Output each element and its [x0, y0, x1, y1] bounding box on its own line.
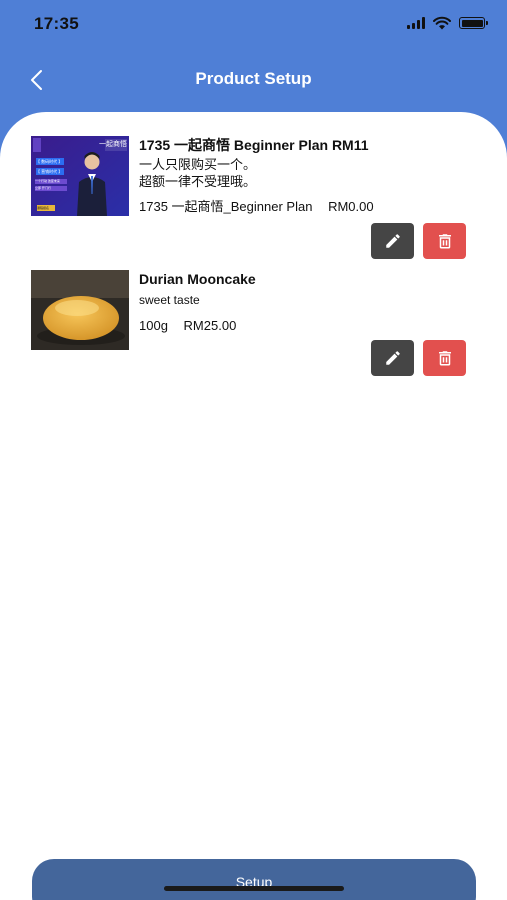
status-icons	[407, 16, 488, 30]
edit-button[interactable]	[371, 223, 414, 259]
trash-icon	[438, 234, 451, 249]
product-thumbnail	[31, 270, 129, 350]
product-meta: 1735 一起商悟_Beginner Plan RM0.00	[139, 198, 471, 215]
product-name: Durian Mooncake	[139, 271, 256, 287]
thumbnail-tag: 课程报名	[37, 206, 50, 210]
product-description: 一人只限购买一个。 超额一律不受理哦。	[139, 157, 257, 189]
setup-button[interactable]: Setup	[32, 859, 476, 900]
nav-bar: Product Setup	[0, 55, 507, 105]
thumbnail-caption: 一个行动 改变未来	[35, 179, 60, 183]
wifi-icon	[433, 16, 451, 30]
thumbnail-caption: 立即 开门行	[35, 186, 51, 190]
product-price: RM25.00	[183, 318, 237, 333]
thumbnail-caption: 【 数码时代 】	[36, 159, 63, 164]
product-info: Durian Mooncake sweet taste 100g RM25.00	[139, 270, 471, 334]
delete-button[interactable]	[423, 340, 466, 376]
product-info: 1735 一起商悟 Beginner Plan RM11 一人只限购买一个。 超…	[139, 136, 471, 215]
battery-icon	[459, 17, 488, 29]
product-name: 1735 一起商悟 Beginner Plan RM11	[139, 137, 369, 153]
thumbnail-caption: 【 营销时代 】	[36, 169, 63, 174]
trash-icon	[438, 351, 451, 366]
product-meta: 100g RM25.00	[139, 317, 471, 334]
thumbnail-brand-text: 一起商悟	[99, 140, 127, 148]
product-description: sweet taste	[139, 293, 200, 307]
pencil-icon	[385, 351, 400, 365]
cellular-signal-icon	[407, 17, 425, 29]
home-indicator	[164, 886, 344, 891]
edit-button[interactable]	[371, 340, 414, 376]
product-variant: 1735 一起商悟_Beginner Plan	[139, 199, 313, 214]
pencil-icon	[385, 234, 400, 248]
delete-button[interactable]	[423, 223, 466, 259]
status-bar: 17:35	[0, 0, 507, 50]
product-thumbnail: 一起商悟 【 数码时代 】 【 营销时代 】 一个行动 改变未来 立即 开门行 …	[31, 136, 129, 216]
product-item[interactable]: 一起商悟 【 数码时代 】 【 营销时代 】 一个行动 改变未来 立即 开门行 …	[31, 136, 471, 266]
page-title: Product Setup	[195, 69, 312, 88]
status-time: 17:35	[34, 14, 79, 33]
product-price: RM0.00	[328, 199, 374, 214]
product-variant: 100g	[139, 318, 168, 333]
product-item[interactable]: Durian Mooncake sweet taste 100g RM25.00	[31, 270, 471, 380]
